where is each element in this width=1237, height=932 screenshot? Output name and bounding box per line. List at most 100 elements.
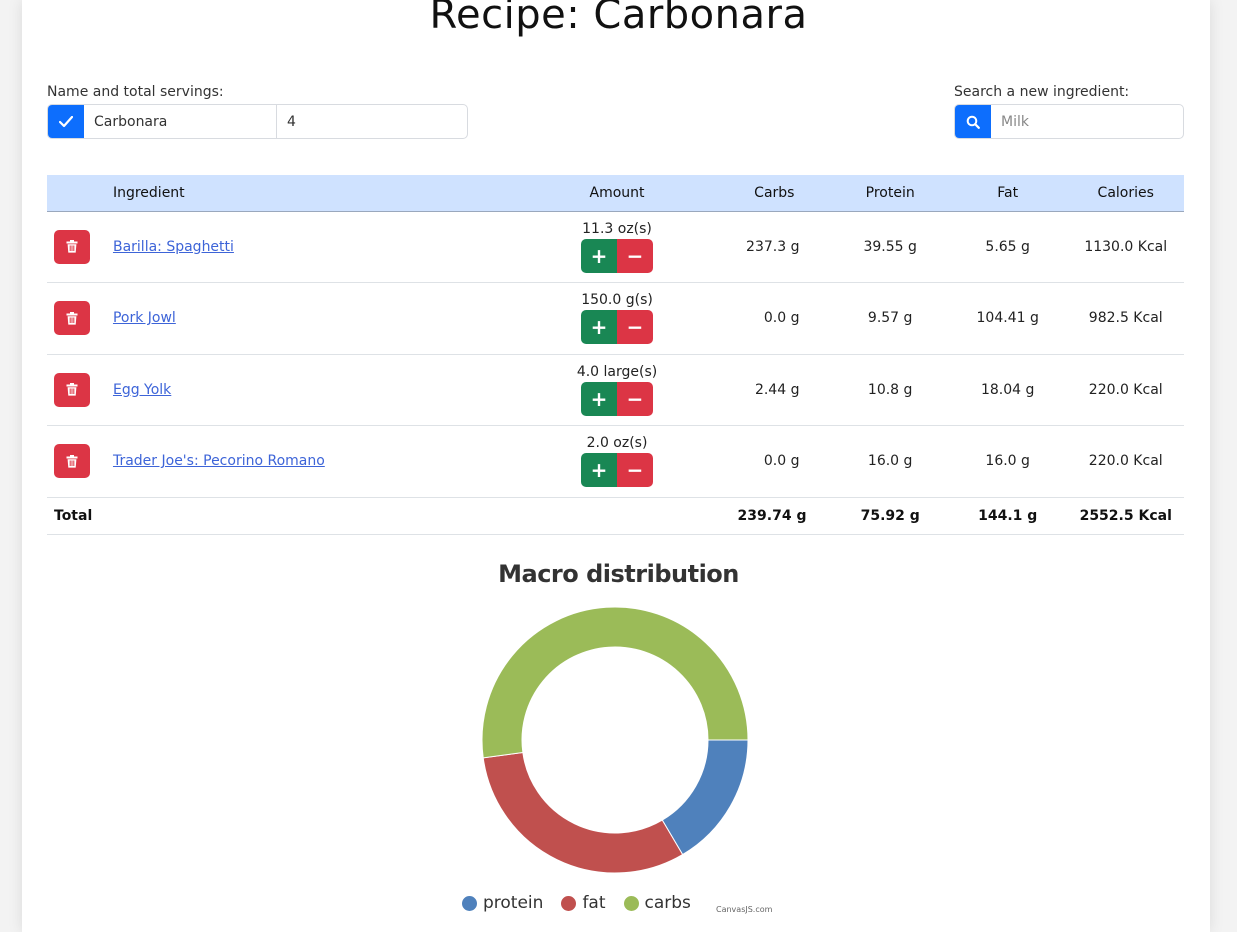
search-button[interactable] xyxy=(955,105,991,138)
amount-stepper: + − xyxy=(581,381,654,416)
total-calories: 2552.5 Kcal xyxy=(1079,507,1172,524)
calories-cell: 1130.0 Kcal xyxy=(1084,238,1168,255)
fat-cell: 104.41 g xyxy=(976,310,1039,327)
fat-cell: 18.04 g xyxy=(980,381,1035,398)
total-carbs: 239.74 g xyxy=(737,507,807,524)
header-actions xyxy=(47,175,113,212)
row-actions xyxy=(47,211,113,283)
header-carbs: Carbs xyxy=(688,175,833,212)
ingredient-link[interactable]: Egg Yolk xyxy=(113,382,171,398)
ingredient-link[interactable]: Trader Joe's: Pecorino Romano xyxy=(113,453,325,469)
header-ingredient: Ingredient xyxy=(112,175,546,212)
delete-ingredient-button[interactable] xyxy=(54,372,90,407)
decrease-amount-button[interactable]: − xyxy=(617,310,654,345)
recipe-form-group xyxy=(47,104,468,139)
calories-cell: 982.5 Kcal xyxy=(1088,310,1163,327)
legend-label-fat: fat xyxy=(582,893,606,913)
protein-cell: 39.55 g xyxy=(863,238,917,255)
carbs-cell: 237.3 g xyxy=(746,238,800,255)
amount-text: 4.0 large(s) xyxy=(576,363,658,380)
decrease-amount-button[interactable]: − xyxy=(617,381,654,416)
row-amount-cell: 150.0 g(s) + − xyxy=(546,283,688,355)
recipe-form-label: Name and total servings: xyxy=(47,84,224,100)
trash-icon xyxy=(66,383,78,396)
trash-icon xyxy=(66,454,78,468)
row-ingredient-cell: Barilla: Spaghetti xyxy=(113,211,546,283)
ingredient-search-input[interactable] xyxy=(991,105,1181,138)
table-header-row: Ingredient Amount Carbs Protein Fat Calo… xyxy=(47,175,1184,212)
check-icon xyxy=(59,115,73,127)
donut-slice-protein[interactable] xyxy=(661,739,749,856)
table-row: Trader Joe's: Pecorino Romano 2.0 oz(s) … xyxy=(47,426,1184,498)
row-amount-cell: 2.0 oz(s) + − xyxy=(546,426,688,498)
legend-swatch-fat xyxy=(561,895,577,911)
ingredient-link[interactable]: Barilla: Spaghetti xyxy=(113,239,234,255)
amount-text: 2.0 oz(s) xyxy=(586,435,648,452)
header-fat: Fat xyxy=(947,175,1068,212)
trash-icon xyxy=(66,240,78,253)
legend-label-carbs: carbs xyxy=(644,893,691,913)
table-row: Egg Yolk 4.0 large(s) + − 2.44 g 10.8 g … xyxy=(47,354,1184,426)
header-protein: Protein xyxy=(832,175,948,212)
increase-amount-button[interactable]: + xyxy=(581,310,618,345)
row-actions xyxy=(47,354,113,426)
ingredient-link[interactable]: Pork Jowl xyxy=(113,310,176,326)
calories-cell: 220.0 Kcal xyxy=(1088,453,1163,470)
total-fat: 144.1 g xyxy=(978,507,1038,524)
delete-ingredient-button[interactable] xyxy=(54,301,90,336)
total-empty xyxy=(113,497,546,534)
protein-cell: 9.57 g xyxy=(867,310,913,327)
trash-icon xyxy=(66,311,78,325)
legend-label-protein: protein xyxy=(483,893,544,913)
amount-stepper: + − xyxy=(581,310,654,345)
search-label: Search a new ingredient: xyxy=(954,84,1130,100)
fat-cell: 5.65 g xyxy=(985,238,1030,255)
chart-title: Macro distribution xyxy=(498,560,739,588)
page-title: Recipe: Carbonara xyxy=(429,0,808,38)
total-protein: 75.92 g xyxy=(860,507,920,524)
row-actions xyxy=(47,283,113,355)
ingredients-table: Ingredient Amount Carbs Protein Fat Calo… xyxy=(47,175,1184,535)
delete-ingredient-button[interactable] xyxy=(54,444,90,479)
total-empty-amount xyxy=(546,497,688,534)
increase-amount-button[interactable]: + xyxy=(581,381,618,416)
total-row: Total 239.74 g 75.92 g 144.1 g 2552.5 Kc… xyxy=(47,497,1184,534)
row-amount-cell: 11.3 oz(s) + − xyxy=(546,211,688,283)
legend-item-carbs: carbs xyxy=(623,893,691,913)
legend-swatch-protein xyxy=(462,895,477,911)
search-icon xyxy=(966,115,980,129)
amount-text: 150.0 g(s) xyxy=(581,292,653,309)
donut-slice-fat[interactable] xyxy=(482,751,684,874)
row-actions xyxy=(47,426,113,498)
table-row: Pork Jowl 150.0 g(s) + − 0.0 g 9.57 g 10… xyxy=(47,283,1184,355)
increase-amount-button[interactable]: + xyxy=(581,453,618,488)
row-ingredient-cell: Trader Joe's: Pecorino Romano xyxy=(113,426,546,498)
legend-item-fat: fat xyxy=(561,893,606,913)
row-amount-cell: 4.0 large(s) + − xyxy=(546,354,688,426)
table-row: Barilla: Spaghetti 11.3 oz(s) + − 237.3 … xyxy=(47,211,1184,283)
increase-amount-button[interactable]: + xyxy=(581,238,618,273)
donut-slice-carbs[interactable] xyxy=(481,606,749,759)
protein-cell: 16.0 g xyxy=(867,453,913,470)
legend-item-protein: protein xyxy=(462,893,543,913)
carbs-cell: 0.0 g xyxy=(763,453,800,470)
header-amount: Amount xyxy=(545,175,689,212)
amount-stepper: + − xyxy=(581,453,654,488)
servings-input[interactable] xyxy=(277,105,467,138)
protein-cell: 10.8 g xyxy=(867,381,913,398)
chart-credit[interactable]: CanvasJS.com xyxy=(716,905,772,914)
macro-donut-chart xyxy=(481,606,749,874)
row-ingredient-cell: Egg Yolk xyxy=(113,354,546,426)
decrease-amount-button[interactable]: − xyxy=(617,238,654,273)
total-label: Total xyxy=(54,507,93,524)
recipe-name-input[interactable] xyxy=(84,105,276,138)
legend-swatch-carbs xyxy=(623,895,639,911)
fat-cell: 16.0 g xyxy=(985,453,1030,470)
decrease-amount-button[interactable]: − xyxy=(617,453,654,488)
chart-legend: protein fat carbs xyxy=(462,893,709,913)
delete-ingredient-button[interactable] xyxy=(54,229,90,264)
search-group xyxy=(954,104,1184,139)
row-ingredient-cell: Pork Jowl xyxy=(113,283,546,355)
confirm-button[interactable] xyxy=(48,105,84,138)
carbs-cell: 2.44 g xyxy=(754,381,800,398)
